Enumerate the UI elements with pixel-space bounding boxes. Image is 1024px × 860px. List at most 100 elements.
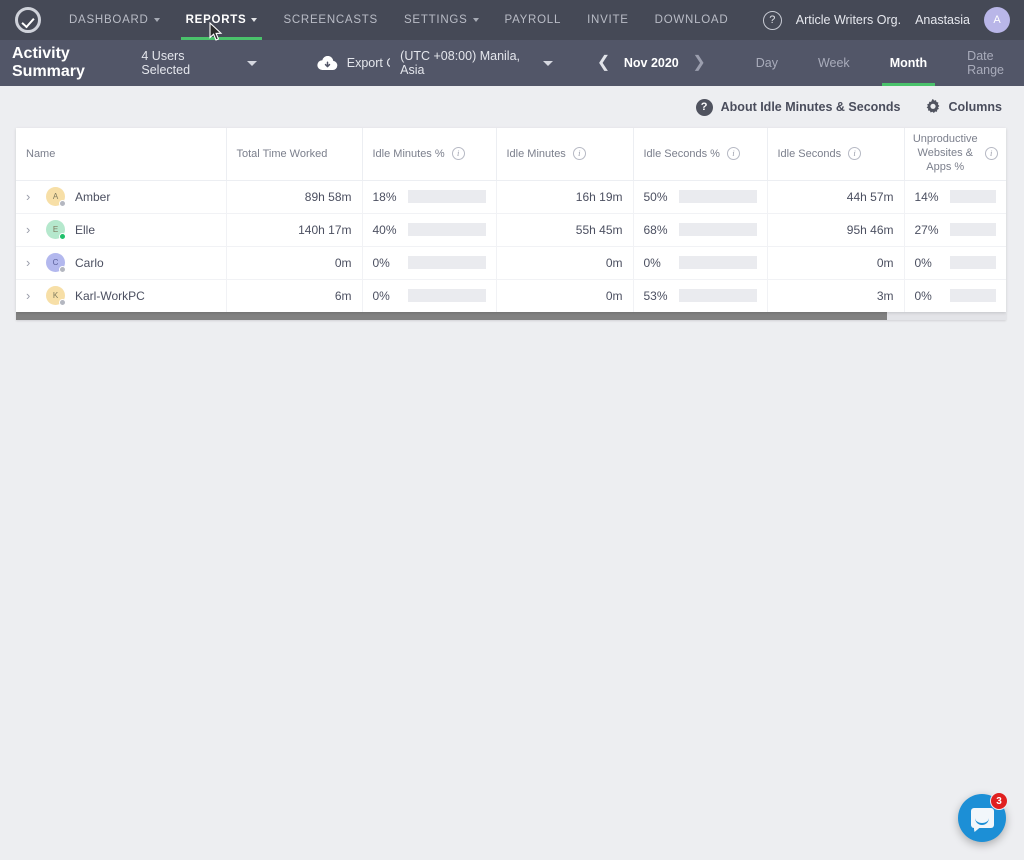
nav-label: DOWNLOAD: [655, 14, 729, 26]
header-label: Total Time Worked: [237, 148, 328, 160]
column-header-idle-minutes[interactable]: Idle Minutes i: [496, 128, 633, 180]
pct-label: 53%: [644, 289, 670, 303]
chevron-right-icon[interactable]: ›: [26, 222, 36, 237]
top-navigation-bar: DASHBOARD REPORTS SCREENCASTS SETTINGS P…: [0, 0, 1024, 40]
cell-unproductive-pct: 0%: [904, 246, 1006, 279]
column-header-idle-minutes-pct[interactable]: Idle Minutes % i: [362, 128, 496, 180]
table-row[interactable]: › E Elle 140h 17m 40% 55h 45m: [16, 213, 1006, 246]
info-icon[interactable]: i: [727, 147, 740, 160]
app-logo[interactable]: [0, 7, 56, 33]
user-name-label: Elle: [75, 223, 95, 237]
cell-unproductive-pct: 0%: [904, 279, 1006, 312]
tab-day[interactable]: Day: [736, 40, 798, 86]
column-header-total-time-worked[interactable]: Total Time Worked: [226, 128, 362, 180]
table-row[interactable]: › C Carlo 0m 0% 0m: [16, 246, 1006, 279]
tab-month[interactable]: Month: [870, 40, 947, 86]
question-mark-icon[interactable]: ?: [763, 11, 782, 30]
columns-button[interactable]: Columns: [925, 99, 1002, 115]
period-range-tabs: Day Week Month Date Range: [736, 40, 1024, 86]
cell-name: › E Elle: [16, 213, 226, 246]
pct-label: 0%: [644, 256, 670, 270]
column-header-idle-seconds-pct[interactable]: Idle Seconds %i: [633, 128, 767, 180]
chevron-right-icon[interactable]: ›: [26, 255, 36, 270]
user-name-label: Karl-WorkPC: [75, 289, 145, 303]
intercom-chat-launcher[interactable]: 3: [958, 794, 1006, 842]
progress-bar: [950, 190, 997, 203]
table-actions-row: ? About Idle Minutes & Seconds Columns: [0, 86, 1024, 128]
user-name-label: Carlo: [75, 256, 104, 270]
nav-label: DASHBOARD: [69, 14, 149, 26]
cell-total-time-worked: 6m: [226, 279, 362, 312]
column-header-name[interactable]: Name: [16, 128, 226, 180]
nav-label: PAYROLL: [505, 14, 562, 26]
chevron-left-icon[interactable]: ❮: [587, 55, 620, 71]
organization-name[interactable]: Article Writers Org.: [796, 13, 901, 27]
cell-idle-minutes: 0m: [496, 246, 633, 279]
progress-bar: [408, 256, 486, 269]
cell-idle-minutes-pct: 0%: [362, 246, 496, 279]
nav-label: SCREENCASTS: [283, 14, 378, 26]
cell-idle-seconds-pct: 50%: [633, 180, 767, 213]
pct-label: 18%: [373, 190, 399, 204]
avatar: K: [46, 286, 65, 305]
chevron-down-icon: [154, 18, 160, 22]
cell-unproductive-pct: 14%: [904, 180, 1006, 213]
about-idle-minutes-seconds-button[interactable]: ? About Idle Minutes & Seconds: [696, 99, 901, 116]
progress-bar: [950, 256, 997, 269]
nav-item-download[interactable]: DOWNLOAD: [642, 0, 742, 40]
info-icon[interactable]: i: [452, 147, 465, 160]
user-name-label: Amber: [75, 190, 110, 204]
user-name[interactable]: Anastasia: [915, 13, 970, 27]
progress-bar: [408, 289, 486, 302]
intercom-chat-icon: [971, 808, 994, 828]
info-icon[interactable]: i: [985, 147, 998, 160]
nav-item-dashboard[interactable]: DASHBOARD: [56, 0, 173, 40]
nav-item-settings[interactable]: SETTINGS: [391, 0, 492, 40]
pct-label: 68%: [644, 223, 670, 237]
question-circle-icon: ?: [696, 99, 713, 116]
avatar: C: [46, 253, 65, 272]
chevron-right-icon[interactable]: ›: [26, 189, 36, 204]
user-avatar[interactable]: A: [984, 7, 1010, 33]
pct-label: 14%: [915, 190, 941, 204]
users-selector[interactable]: 4 Users Selected: [141, 49, 262, 77]
scrollbar-thumb[interactable]: [16, 312, 887, 320]
table-row[interactable]: › A Amber 89h 58m 18% 16h 19m: [16, 180, 1006, 213]
nav-item-reports[interactable]: REPORTS: [173, 0, 271, 40]
cell-name: › A Amber: [16, 180, 226, 213]
cell-idle-seconds: 0m: [767, 246, 904, 279]
info-icon[interactable]: i: [573, 147, 586, 160]
progress-bar: [408, 223, 486, 236]
cell-idle-seconds-pct: 0%: [633, 246, 767, 279]
avatar: A: [46, 187, 65, 206]
timezone-selector[interactable]: (UTC +08:00) Manila, Asia: [400, 49, 553, 77]
export-options-button[interactable]: Export Op: [317, 56, 390, 71]
chat-unread-badge: 3: [990, 792, 1008, 810]
header-label: Idle Minutes %: [373, 148, 445, 160]
column-header-unproductive-websites-apps-pct[interactable]: Unproductive Websites & Apps % i: [904, 128, 1006, 180]
nav-label: INVITE: [587, 14, 629, 26]
about-label: About Idle Minutes & Seconds: [721, 100, 901, 114]
info-icon[interactable]: i: [848, 147, 861, 160]
pct-label: 0%: [915, 289, 941, 303]
chevron-right-icon[interactable]: ❯: [682, 55, 715, 71]
table-row[interactable]: › K Karl-WorkPC 6m 0% 0m: [16, 279, 1006, 312]
tab-date-range[interactable]: Date Range: [947, 40, 1024, 86]
horizontal-scrollbar[interactable]: [16, 312, 1006, 320]
header-label: Name: [26, 148, 55, 160]
column-header-idle-seconds[interactable]: Idle Seconds i: [767, 128, 904, 180]
cell-idle-minutes-pct: 0%: [362, 279, 496, 312]
header-label: Idle Minutes: [507, 148, 566, 160]
cell-name: › K Karl-WorkPC: [16, 279, 226, 312]
nav-item-screencasts[interactable]: SCREENCASTS: [270, 0, 391, 40]
header-label: Idle Seconds: [778, 148, 842, 160]
tab-label: Date Range: [967, 49, 1004, 77]
nav-item-payroll[interactable]: PAYROLL: [492, 0, 575, 40]
progress-bar: [679, 289, 757, 302]
chevron-right-icon[interactable]: ›: [26, 288, 36, 303]
pct-label: 0%: [915, 256, 941, 270]
cell-total-time-worked: 140h 17m: [226, 213, 362, 246]
nav-item-invite[interactable]: INVITE: [574, 0, 642, 40]
tab-week[interactable]: Week: [798, 40, 870, 86]
date-navigator: ❮ Nov 2020 ❯: [587, 55, 716, 71]
